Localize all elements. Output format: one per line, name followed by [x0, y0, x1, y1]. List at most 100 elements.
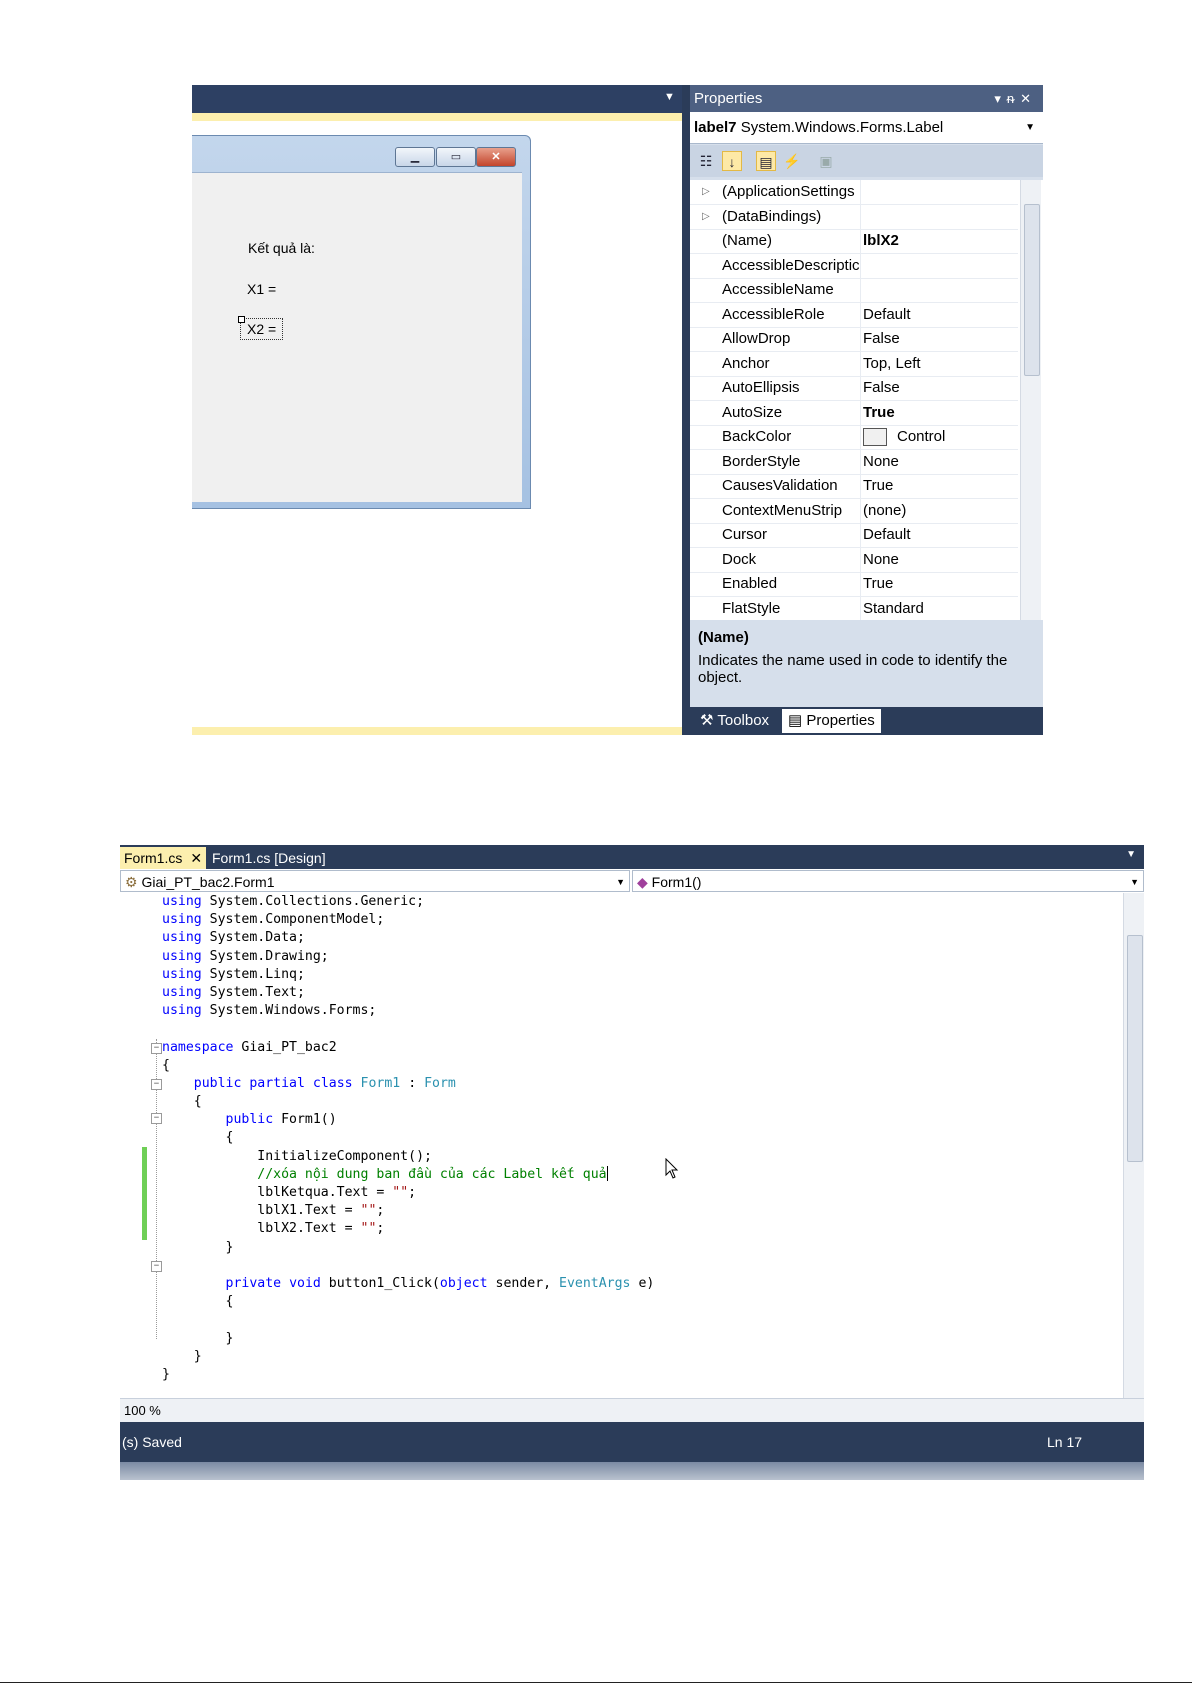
tab-form1-design[interactable]: Form1.cs [Design] — [208, 847, 330, 869]
property-value[interactable]: Control — [863, 425, 1018, 449]
text-caret — [606, 1166, 608, 1182]
minimize-button[interactable]: ▁ — [395, 147, 435, 167]
property-row[interactable]: AllowDrop False — [690, 327, 1018, 352]
designer-tab-strip — [192, 113, 682, 121]
scrollbar-thumb[interactable] — [1127, 935, 1143, 1162]
property-row[interactable]: AutoEllipsis False — [690, 376, 1018, 401]
property-value[interactable]: True — [863, 474, 1018, 498]
property-value[interactable]: Standard — [863, 597, 1018, 621]
object-selector[interactable]: label7 System.Windows.Forms.Label ▼ — [690, 112, 1043, 144]
close-icon[interactable]: ✕ — [190, 850, 202, 866]
dropdown-arrow-icon[interactable]: ▼ — [616, 871, 625, 893]
member-dropdown[interactable]: ◆ Form1() ▼ — [632, 870, 1144, 892]
property-value[interactable]: True — [863, 572, 1018, 596]
close-button[interactable]: ✕ — [476, 147, 516, 167]
code-line: { — [162, 1057, 170, 1073]
collapse-constructor-icon[interactable]: − — [151, 1113, 162, 1124]
property-value[interactable]: Default — [863, 303, 1018, 327]
form-client-area[interactable]: Kết quả là: X1 = X2 = — [192, 172, 522, 502]
label-ketqua[interactable]: Kết quả là: — [248, 240, 315, 256]
property-name: BackColor — [722, 425, 861, 449]
property-value[interactable]: lblX2 — [863, 229, 1018, 253]
tab-properties[interactable]: ▤ Properties — [782, 709, 881, 733]
expand-icon[interactable]: ▷ — [702, 180, 710, 204]
property-value[interactable]: (none) — [863, 499, 1018, 523]
property-name: AutoSize — [722, 400, 861, 425]
collapse-class-icon[interactable]: − — [151, 1079, 162, 1090]
code-line: private void button1_Click(object sender… — [225, 1275, 655, 1291]
dropdown-icon[interactable]: ▾ — [994, 91, 1007, 106]
pin-icon[interactable]: ᵰ — [1007, 91, 1020, 106]
property-name: ContextMenuStrip — [722, 498, 861, 523]
property-value[interactable]: False — [863, 376, 1018, 400]
dropdown-arrow-icon[interactable]: ▼ — [1025, 112, 1035, 144]
property-description: (Name) Indicates the name used in code t… — [690, 623, 1043, 707]
scrollbar-thumb[interactable] — [1024, 204, 1040, 376]
property-value[interactable]: Top, Left — [863, 352, 1018, 376]
property-row[interactable]: AutoSize True — [690, 400, 1018, 426]
property-row[interactable]: CausesValidation True — [690, 474, 1018, 499]
property-row[interactable]: AccessibleName — [690, 278, 1018, 303]
code-line: lblX2.Text = ""; — [162, 1221, 385, 1237]
form-designer-surface: ▼ ▁ ▭ ✕ Kết quả là: X1 = X2 = — [192, 85, 682, 735]
property-row[interactable]: AccessibleRole Default — [690, 302, 1018, 328]
property-grid-scrollbar[interactable] — [1020, 180, 1041, 620]
label-x2-selected[interactable]: X2 = — [240, 318, 284, 340]
dropdown-arrow-icon[interactable]: ▼ — [664, 91, 675, 103]
page-bottom-rule — [0, 1682, 1192, 1683]
property-row[interactable]: ContextMenuStrip (none) — [690, 498, 1018, 524]
property-row[interactable]: Dock None — [690, 547, 1018, 573]
property-row[interactable]: ▷ (ApplicationSettings — [690, 180, 1018, 205]
property-value[interactable]: False — [863, 327, 1018, 351]
property-name: FlatStyle — [722, 596, 861, 620]
properties-title-bar: Properties ▾ᵰ✕ — [690, 85, 1043, 112]
editor-vertical-scrollbar[interactable] — [1123, 893, 1144, 1398]
tab-toolbox[interactable]: ⚒ Toolbox — [694, 709, 775, 733]
property-row[interactable]: BackColor Control — [690, 425, 1018, 450]
property-name: AccessibleDescriptic — [722, 253, 861, 278]
alphabetical-icon[interactable]: ↓ — [722, 151, 742, 171]
property-row[interactable]: AccessibleDescriptic — [690, 253, 1018, 279]
class-dropdown[interactable]: ⚙ Giai_PT_bac2.Form1 ▼ — [120, 870, 630, 892]
zoom-level[interactable]: 100 % — [124, 1399, 161, 1423]
code-line: public Form1() — [225, 1112, 337, 1128]
object-type: System.Windows.Forms.Label — [740, 119, 944, 136]
dropdown-arrow-icon[interactable]: ▼ — [1130, 871, 1139, 893]
window-controls[interactable]: ▾ᵰ✕ — [994, 85, 1037, 112]
property-name: Cursor — [722, 523, 861, 547]
property-row[interactable]: Cursor Default — [690, 523, 1018, 548]
property-row[interactable]: ▷ (DataBindings) — [690, 204, 1018, 230]
dropdown-arrow-icon[interactable]: ▼ — [1126, 849, 1136, 860]
form-window[interactable]: ▁ ▭ ✕ Kết quả là: X1 = X2 = — [192, 135, 531, 509]
navigation-bar: ⚙ Giai_PT_bac2.Form1 ▼ ◆ Form1() ▼ — [120, 869, 1144, 894]
property-value[interactable]: None — [863, 450, 1018, 474]
property-value[interactable]: None — [863, 548, 1018, 572]
label-x1[interactable]: X1 = — [247, 281, 276, 297]
property-row[interactable]: FlatStyle Standard — [690, 596, 1018, 621]
description-text: Indicates the name used in code to ident… — [698, 652, 1008, 686]
collapse-method-icon[interactable]: − — [151, 1261, 162, 1272]
property-name: BorderStyle — [722, 449, 861, 474]
property-pages-icon[interactable]: ▣ — [816, 151, 836, 171]
property-value[interactable]: Default — [863, 523, 1018, 547]
property-row[interactable]: Anchor Top, Left — [690, 351, 1018, 377]
property-name: AllowDrop — [722, 327, 861, 351]
events-icon[interactable]: ⚡ — [782, 151, 802, 171]
code-editor[interactable]: − − − − using System.Collections.Generic… — [120, 893, 1123, 1398]
code-line: public partial class Form1 : Form — [193, 1075, 456, 1091]
properties-icon[interactable]: ▤ — [756, 151, 776, 171]
tab-form1-cs[interactable]: Form1.cs ✕ — [120, 847, 207, 869]
close-icon[interactable]: ✕ — [1020, 91, 1037, 106]
form-titlebar[interactable]: ▁ ▭ ✕ — [192, 136, 530, 172]
property-row[interactable]: (Name) lblX2 — [690, 229, 1018, 254]
collapse-namespace-icon[interactable]: − — [151, 1043, 162, 1054]
expand-icon[interactable]: ▷ — [702, 205, 710, 229]
property-value[interactable]: True — [863, 401, 1018, 425]
maximize-button[interactable]: ▭ — [436, 147, 476, 167]
selection-handle[interactable] — [238, 316, 245, 323]
categorized-icon[interactable]: ☷ — [696, 151, 716, 171]
property-row[interactable]: BorderStyle None — [690, 449, 1018, 475]
property-row[interactable]: Enabled True — [690, 572, 1018, 597]
